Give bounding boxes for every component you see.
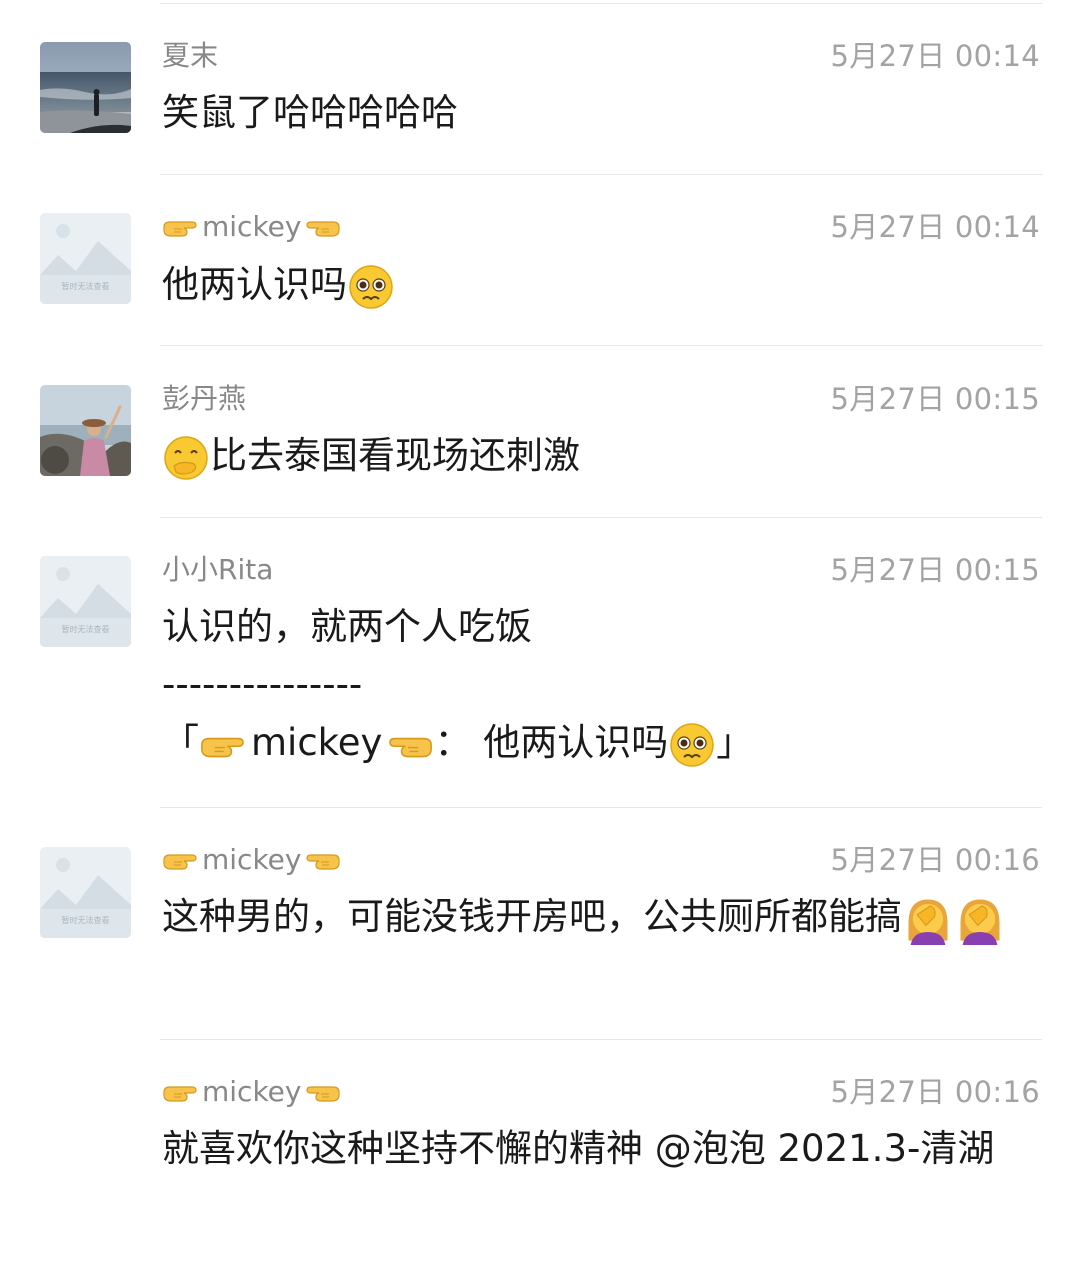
woman-facepalming-emoji-icon <box>908 899 948 945</box>
divider <box>160 345 1042 346</box>
commenter-name[interactable]: 夏末 <box>162 39 218 73</box>
comment-time: 5月27日 00:16 <box>830 843 1040 877</box>
divider <box>160 1039 1042 1040</box>
commenter-name-text: mickey <box>202 843 302 876</box>
divider <box>160 3 1042 4</box>
pointing-right-hand-icon <box>163 854 197 870</box>
comment-body: 认识的，就两个人吃饭 --------------- 「 mickey ： 他两… <box>162 598 1042 772</box>
avatar-portrait-photo <box>40 385 131 476</box>
woman-facepalming-emoji-icon <box>960 899 1000 945</box>
pointing-left-hand-icon <box>306 221 341 237</box>
commenter-name-text: mickey <box>202 1075 302 1108</box>
comment-text: 笑鼠了哈哈哈哈哈 <box>162 91 458 134</box>
quote-separator: --------------- <box>162 663 363 706</box>
quote-close-bracket: 」 <box>716 721 754 764</box>
svg-text:暂时无法查看: 暂时无法查看 <box>62 281 110 291</box>
commenter-name[interactable]: 小小Rita <box>162 553 273 587</box>
comment-body: 比去泰国看现场还刺激 <box>162 427 1042 485</box>
comment-text: 比去泰国看现场还刺激 <box>210 434 580 477</box>
quoted-name: mickey <box>251 721 383 764</box>
svg-text:暂时无法查看: 暂时无法查看 <box>62 915 110 925</box>
avatar-placeholder[interactable]: 暂时无法查看 <box>40 847 131 938</box>
pointing-left-hand-icon <box>306 854 341 870</box>
quoted-comment[interactable]: 「 mickey ： 他两认识吗 」 <box>162 714 1042 772</box>
pointing-right-hand-icon <box>201 737 244 757</box>
pointing-right-hand-icon <box>163 221 197 237</box>
pleading-face-emoji-icon <box>349 264 393 309</box>
image-placeholder-icon: 暂时无法查看 <box>40 556 131 647</box>
image-placeholder-icon: 暂时无法查看 <box>40 847 131 938</box>
avatar[interactable] <box>40 42 131 133</box>
divider <box>160 517 1042 518</box>
comment-text: 这种男的，可能没钱开房吧，公共厕所都能搞 <box>162 895 902 938</box>
comment-time: 5月27日 00:15 <box>830 382 1040 416</box>
avatar[interactable] <box>40 385 131 476</box>
commenter-name[interactable]: 彭丹燕 <box>162 382 246 416</box>
commenter-name[interactable]: mickey <box>162 843 341 877</box>
comment-time: 5月27日 00:14 <box>830 210 1040 244</box>
avatar-placeholder[interactable]: 暂时无法查看 <box>40 556 131 647</box>
avatar-placeholder[interactable]: 暂时无法查看 <box>40 213 131 304</box>
comment-time: 5月27日 00:15 <box>830 553 1040 587</box>
quoted-text: 他两认识吗 <box>483 721 669 764</box>
svg-text:暂时无法查看: 暂时无法查看 <box>62 624 110 634</box>
comment-text: 他两认识吗 <box>162 263 347 306</box>
quote-colon: ： <box>434 721 472 764</box>
commenter-name-text: mickey <box>202 210 302 243</box>
divider <box>160 807 1042 808</box>
image-placeholder-icon: 暂时无法查看 <box>40 213 131 304</box>
commenter-name[interactable]: mickey <box>162 210 341 244</box>
pleading-face-emoji-icon <box>670 722 714 767</box>
comment-body: 他两认识吗 <box>162 256 1042 314</box>
pointing-left-hand-icon <box>389 737 433 757</box>
avatar-beach-photo <box>40 42 131 133</box>
comment-body: 这种男的，可能没钱开房吧，公共厕所都能搞 <box>162 888 1032 946</box>
face-with-hand-over-mouth-emoji-icon <box>164 435 208 480</box>
comment-text: 就喜欢你这种坚持不懈的精神 @泡泡 2021.3-清湖 <box>162 1127 995 1170</box>
quote-open-bracket: 「 <box>162 721 199 764</box>
pointing-right-hand-icon <box>163 1086 197 1102</box>
pointing-left-hand-icon <box>306 1086 341 1102</box>
comment-text: 认识的，就两个人吃饭 <box>162 605 532 648</box>
comment-time: 5月27日 00:16 <box>830 1075 1040 1109</box>
divider <box>160 174 1042 175</box>
comment-time: 5月27日 00:14 <box>830 39 1040 73</box>
commenter-name[interactable]: mickey <box>162 1075 341 1109</box>
